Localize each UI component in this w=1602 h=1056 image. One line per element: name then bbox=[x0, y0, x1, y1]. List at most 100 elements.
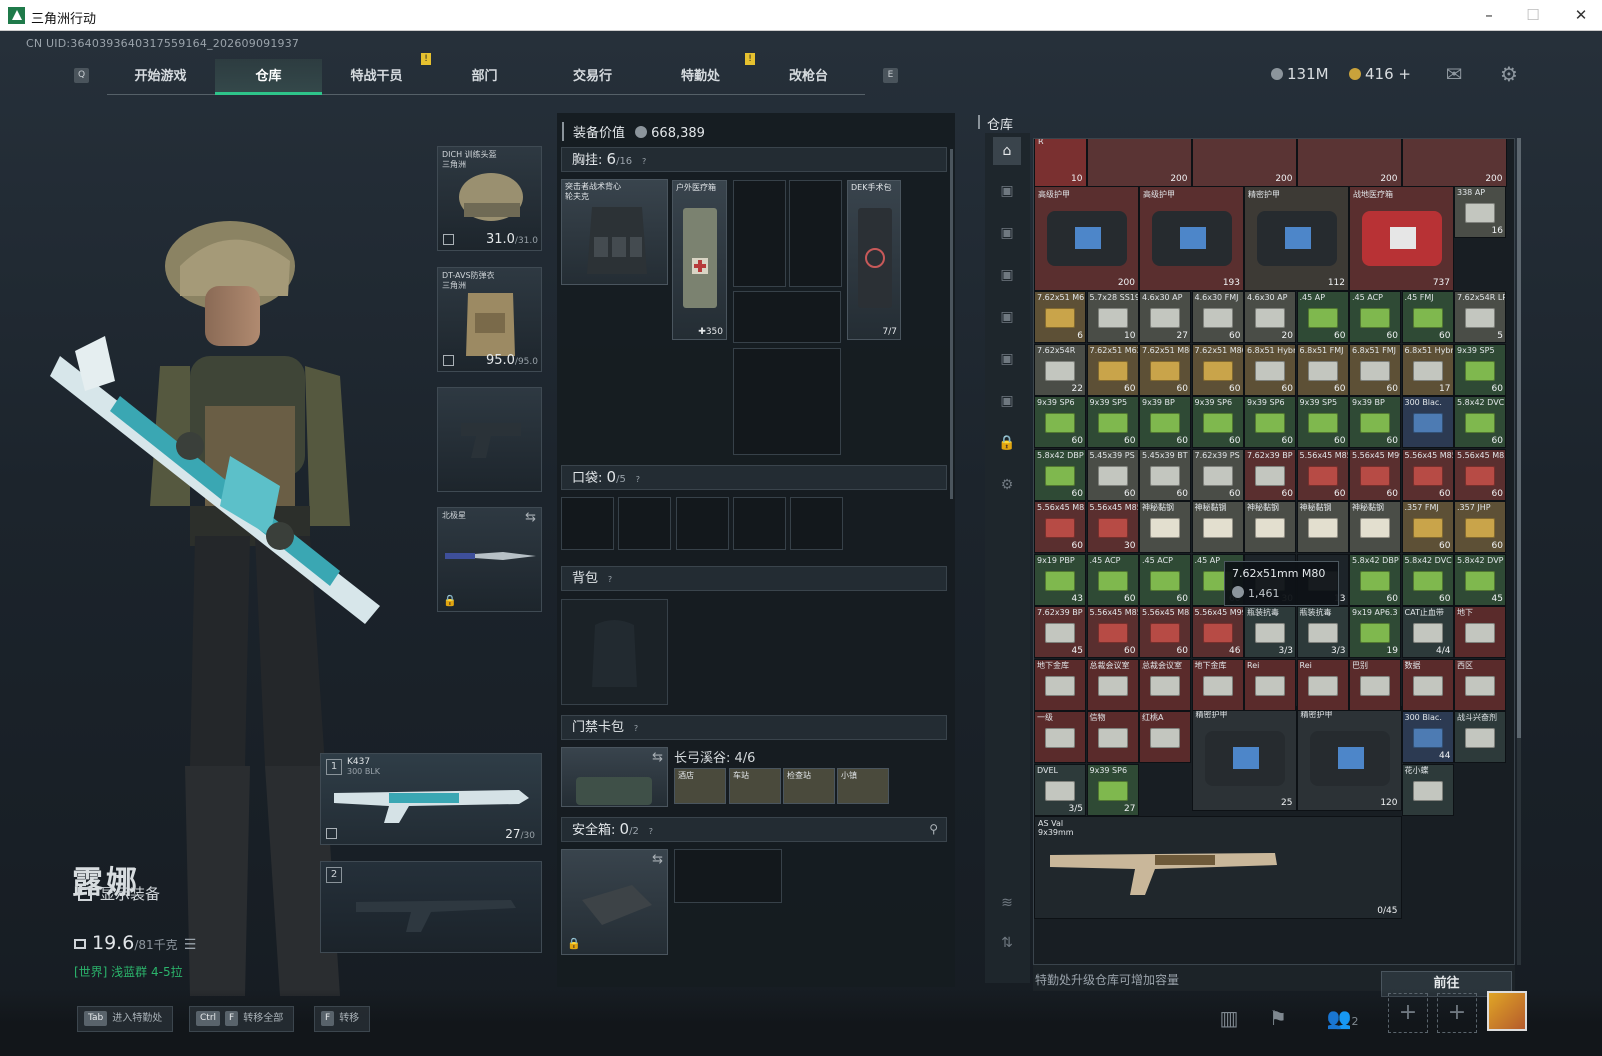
storage-item[interactable]: 数据 bbox=[1401, 658, 1454, 711]
help-icon[interactable]: ? bbox=[638, 156, 650, 168]
storage-item[interactable]: 9x39 SP6 60 bbox=[1034, 396, 1086, 448]
storage-item[interactable]: 6.8x51 Hybrid60 bbox=[1244, 343, 1296, 396]
storage-item[interactable]: 总裁会议室 bbox=[1139, 658, 1191, 711]
storage-item[interactable]: 200 bbox=[1296, 139, 1402, 187]
swap-icon[interactable]: ⇆ bbox=[652, 750, 663, 765]
storage-item[interactable]: DVEL 3/5 bbox=[1034, 763, 1086, 816]
storage-item[interactable]: 5.56x45 M85560 bbox=[1296, 448, 1349, 501]
tab-start-game[interactable]: 开始游戏 bbox=[107, 59, 214, 95]
storage-item[interactable]: 7.62x39 BP 45 bbox=[1034, 606, 1086, 658]
chest-rig-cell[interactable] bbox=[789, 180, 842, 287]
storage-big-item[interactable]: 精密护甲 25 bbox=[1191, 706, 1297, 811]
storage-item[interactable]: 200 bbox=[1086, 139, 1192, 187]
tab-warehouse[interactable]: 仓库 bbox=[215, 59, 322, 95]
storage-item[interactable]: 9x39 SP6 60 bbox=[1244, 396, 1296, 448]
helmet-slot[interactable]: DICH 训练头盔 三角洲 31.0/31.0 bbox=[437, 146, 542, 251]
keycard-case-item[interactable]: ⇆ bbox=[561, 747, 668, 807]
storage-item[interactable]: 300 Blac. 44 bbox=[1401, 711, 1454, 763]
help-icon[interactable]: ? bbox=[630, 723, 642, 735]
chest-rig-cell[interactable] bbox=[733, 348, 841, 455]
pin-icon[interactable]: ⚲ bbox=[929, 818, 938, 841]
storage-item[interactable]: 地下金库 bbox=[1034, 658, 1086, 711]
storage-item[interactable]: 7.62x54R LPS5 bbox=[1454, 291, 1506, 343]
storage-item[interactable]: 5.56x45 M85560 bbox=[1086, 606, 1139, 658]
tab-market[interactable]: 交易行 bbox=[539, 59, 646, 95]
storage-item[interactable]: 5.56x45 M85560 bbox=[1401, 448, 1454, 501]
chest-rig-cell[interactable] bbox=[733, 291, 841, 343]
nav-right-key[interactable]: E bbox=[883, 68, 898, 83]
storage-item[interactable]: 5.56x45 M85660 bbox=[1454, 448, 1506, 501]
sort-icon[interactable]: ⇅ bbox=[993, 929, 1021, 957]
storage-settings-icon[interactable]: ⚙ bbox=[993, 471, 1021, 499]
storage-item[interactable]: 神秘黏钢 bbox=[1296, 501, 1349, 553]
surgery-kit-item[interactable]: DEK手术包 7/7 bbox=[847, 180, 901, 340]
storage-item[interactable]: 9x39 BP 60 bbox=[1349, 396, 1401, 448]
storage-item[interactable]: 5.56x45 M99546 bbox=[1191, 606, 1244, 658]
storage-item[interactable]: 9x39 SP5 60 bbox=[1086, 396, 1139, 448]
storage-page-icon[interactable]: ▣ bbox=[993, 177, 1021, 205]
storage-item[interactable]: 7.62x51 M62 60 bbox=[1086, 343, 1139, 396]
add-coin-button[interactable]: + bbox=[1398, 65, 1411, 83]
storage-item[interactable]: .45 ACP 60 bbox=[1349, 291, 1401, 343]
layers-icon[interactable]: ≋ bbox=[993, 889, 1021, 917]
storage-item[interactable]: 一级 bbox=[1034, 711, 1086, 763]
storage-item[interactable]: 5.8x42 DVC 60 bbox=[1401, 553, 1454, 606]
storage-item[interactable]: 5.7x28 SS19010 bbox=[1086, 291, 1139, 343]
swap-icon[interactable]: ⇆ bbox=[525, 510, 536, 525]
show-gear-checkbox[interactable] bbox=[78, 887, 92, 901]
settings-gear-icon[interactable]: ⚙ bbox=[1497, 63, 1521, 85]
as-val-rifle-item[interactable]: AS Val 9x39mm 0/45 bbox=[1034, 816, 1402, 919]
storage-item[interactable]: 7.62x51 M80 60 bbox=[1191, 343, 1244, 396]
hint-transfer-all[interactable]: Ctrl F 转移全部 bbox=[189, 1006, 295, 1032]
chest-rig-item[interactable]: 突击者战术背心 轮夫克 bbox=[561, 179, 668, 285]
storage-big-item[interactable]: 精密护甲 112 bbox=[1244, 186, 1349, 291]
storage-item[interactable]: 神秘黏钢 bbox=[1191, 501, 1244, 553]
storage-item[interactable]: Rei bbox=[1244, 658, 1296, 711]
storage-item[interactable]: 神秘黏钢 bbox=[1244, 501, 1296, 553]
storage-item[interactable]: .45 AP60 bbox=[1296, 291, 1349, 343]
secondary-weapon-slot[interactable]: 2 bbox=[320, 861, 542, 953]
storage-item[interactable]: 红桃A bbox=[1139, 711, 1191, 763]
safe-box-cell[interactable] bbox=[674, 849, 782, 903]
friends-icon[interactable]: 👥2 bbox=[1320, 1001, 1365, 1035]
storage-big-item[interactable]: 高级护甲 193 bbox=[1139, 186, 1244, 291]
storage-item[interactable]: R 10 bbox=[1034, 139, 1087, 187]
storage-grid[interactable]: R 10 200 200 200 200 高级护甲 200 高级护甲 193 精密护甲 112 战地医疗… bbox=[1033, 138, 1515, 965]
storage-page-icon[interactable]: ▣ bbox=[993, 303, 1021, 331]
pistol-slot[interactable] bbox=[437, 387, 542, 492]
storage-item[interactable]: 5.45x39 PS 60 bbox=[1086, 448, 1139, 501]
storage-item[interactable]: 总裁会议室 bbox=[1086, 658, 1139, 711]
storage-item[interactable]: 花小蝶 bbox=[1401, 763, 1454, 816]
storage-item[interactable]: 地下 bbox=[1454, 606, 1506, 658]
storage-page-icon[interactable]: ▣ bbox=[993, 261, 1021, 289]
storage-item[interactable]: 地下金库 bbox=[1191, 658, 1244, 711]
mail-icon[interactable]: ✉ bbox=[1442, 63, 1466, 85]
lock-icon[interactable]: 🔒 bbox=[993, 429, 1021, 457]
storage-item[interactable]: 6.8x51 Hybrid17 bbox=[1401, 343, 1454, 396]
pocket-cell[interactable] bbox=[790, 497, 843, 550]
storage-item[interactable]: 5.56x45 M99560 bbox=[1349, 448, 1401, 501]
add-teammate-button[interactable]: + bbox=[1388, 993, 1428, 1033]
storage-item[interactable]: 西区 bbox=[1454, 658, 1506, 711]
storage-item[interactable]: 9x39 SP5 60 bbox=[1296, 396, 1349, 448]
storage-item[interactable]: 9x39 SP6 27 bbox=[1086, 763, 1139, 816]
storage-item[interactable]: .357 FMJ 60 bbox=[1401, 501, 1454, 553]
storage-item[interactable]: 6.8x51 FMJ 60 bbox=[1296, 343, 1349, 396]
storage-item[interactable]: 5.8x42 DBP 60 bbox=[1034, 448, 1086, 501]
hint-enter-special-ops[interactable]: Tab 进入特勤处 bbox=[77, 1006, 174, 1032]
storage-item[interactable]: 9x39 SP5 60 bbox=[1454, 343, 1506, 396]
world-chat-region[interactable]: [世界] 浅蓝群 4-5拉 bbox=[74, 963, 183, 980]
player-avatar[interactable] bbox=[1487, 991, 1527, 1031]
storage-item[interactable]: 5.56x45 M85630 bbox=[1086, 501, 1139, 553]
storage-item[interactable]: 4.6x30 AP 27 bbox=[1139, 291, 1191, 343]
keycard-item[interactable]: 酒店 bbox=[674, 768, 726, 804]
storage-item[interactable]: 瓶装抗毒 3/3 bbox=[1296, 606, 1349, 658]
add-teammate-button[interactable]: + bbox=[1437, 993, 1477, 1033]
storage-item[interactable]: 5.8x42 DBP 60 bbox=[1349, 553, 1401, 606]
stats-icon[interactable]: ▥ bbox=[1212, 1001, 1246, 1035]
tab-gunsmith[interactable]: 改枪台 bbox=[755, 59, 862, 95]
keycard-item[interactable]: 小镇 bbox=[837, 768, 889, 804]
nav-left-key[interactable]: Q bbox=[74, 68, 89, 83]
pocket-cell[interactable] bbox=[618, 497, 671, 550]
storage-item[interactable]: CAT止血带 4/4 bbox=[1401, 606, 1454, 658]
